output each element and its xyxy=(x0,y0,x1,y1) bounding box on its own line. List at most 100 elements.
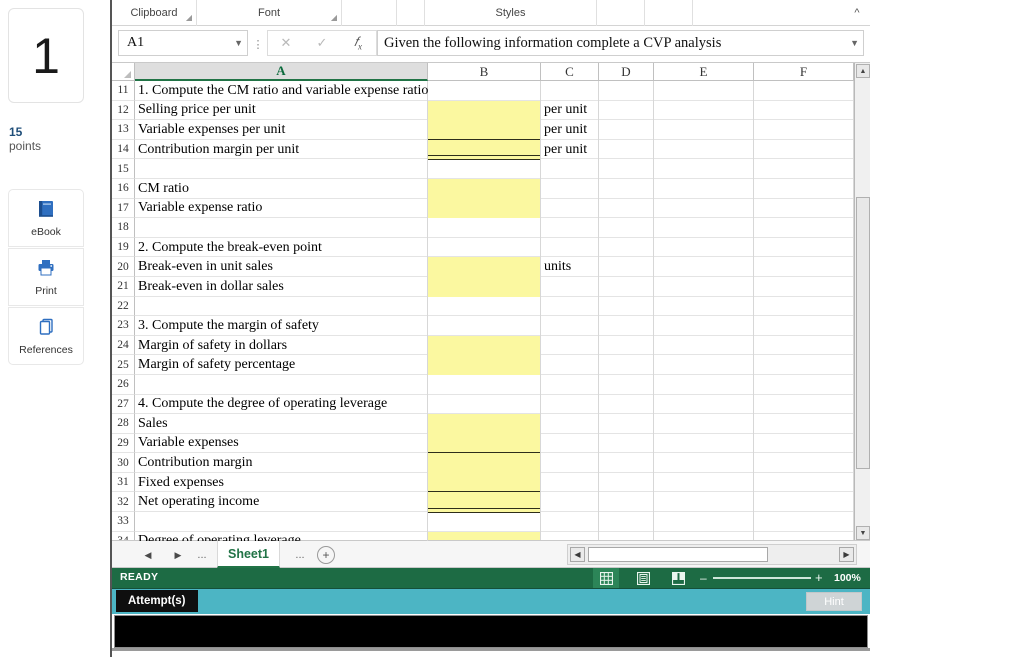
cell-B12[interactable] xyxy=(428,100,541,121)
font-dialog-launcher-icon[interactable]: ◢ xyxy=(331,13,337,22)
cell-F12[interactable] xyxy=(754,100,854,121)
name-box[interactable]: A1 ▼ xyxy=(118,30,248,56)
cell-F32[interactable] xyxy=(754,492,854,513)
cell-B20[interactable] xyxy=(428,257,541,277)
ribbon-group-3[interactable] xyxy=(342,0,397,26)
cell-A14[interactable]: Contribution margin per unit xyxy=(135,139,428,160)
vertical-scrollbar-thumb[interactable] xyxy=(856,197,870,469)
cell-B30[interactable] xyxy=(428,453,541,473)
cell-E16[interactable] xyxy=(654,178,754,199)
cell-A26[interactable] xyxy=(135,374,428,395)
zoom-slider[interactable] xyxy=(713,577,811,579)
row-header-28[interactable]: 28 xyxy=(112,414,135,434)
row-header-30[interactable]: 30 xyxy=(112,453,135,473)
cell-A18[interactable] xyxy=(135,218,428,238)
sheet-tab-sheet1[interactable]: Sheet1 xyxy=(217,541,280,568)
cell-B13[interactable] xyxy=(428,120,541,141)
cell-F23[interactable] xyxy=(754,316,854,336)
cell-E15[interactable] xyxy=(654,159,754,179)
ribbon-group-styles[interactable]: Styles xyxy=(425,0,597,26)
cell-D15[interactable] xyxy=(599,159,654,179)
column-header-f[interactable]: F xyxy=(754,63,854,81)
row-header-21[interactable]: 21 xyxy=(112,276,135,297)
cell-D30[interactable] xyxy=(599,453,654,473)
row-header-27[interactable]: 27 xyxy=(112,394,135,415)
row-header-25[interactable]: 25 xyxy=(112,355,135,375)
row-header-32[interactable]: 32 xyxy=(112,492,135,513)
cell-C13[interactable]: per unit xyxy=(541,120,599,140)
cell-C23[interactable] xyxy=(541,316,599,336)
cell-E31[interactable] xyxy=(654,472,754,493)
cell-B15[interactable] xyxy=(428,159,541,179)
cell-A27[interactable]: 4. Compute the degree of operating lever… xyxy=(135,394,428,415)
cell-C15[interactable] xyxy=(541,159,599,179)
cell-A33[interactable] xyxy=(135,512,428,532)
column-header-d[interactable]: D xyxy=(599,63,654,81)
cell-F31[interactable] xyxy=(754,472,854,493)
cell-F16[interactable] xyxy=(754,178,854,199)
cell-E27[interactable] xyxy=(654,394,754,415)
plus-circle-icon[interactable]: + xyxy=(317,546,335,564)
cell-B16[interactable] xyxy=(428,178,541,199)
cell-A30[interactable]: Contribution margin xyxy=(135,453,428,473)
cell-A17[interactable]: Variable expense ratio xyxy=(135,198,428,219)
cell-F17[interactable] xyxy=(754,198,854,219)
ribbon-group-clipboard[interactable]: Clipboard ◢ xyxy=(112,0,197,26)
grid-view-icon[interactable] xyxy=(593,568,619,588)
cell-B31[interactable] xyxy=(428,472,541,494)
cell-D21[interactable] xyxy=(599,276,654,297)
cell-F24[interactable] xyxy=(754,335,854,356)
horizontal-scrollbar[interactable]: ◀ ▶ xyxy=(567,544,857,565)
row-header-29[interactable]: 29 xyxy=(112,433,135,454)
cell-A20[interactable]: Break-even in unit sales xyxy=(135,257,428,277)
cell-E17[interactable] xyxy=(654,198,754,219)
cell-A16[interactable]: CM ratio xyxy=(135,178,428,199)
scroll-up-icon[interactable]: ▲ xyxy=(856,64,870,78)
row-header-19[interactable]: 19 xyxy=(112,237,135,258)
plus-icon[interactable]: + xyxy=(815,570,823,585)
cell-D28[interactable] xyxy=(599,414,654,434)
cell-D13[interactable] xyxy=(599,120,654,140)
cell-A11[interactable]: 1. Compute the CM ratio and variable exp… xyxy=(135,81,428,101)
cell-C18[interactable] xyxy=(541,218,599,238)
cell-E18[interactable] xyxy=(654,218,754,238)
row-header-16[interactable]: 16 xyxy=(112,178,135,199)
cell-C30[interactable] xyxy=(541,453,599,473)
triangle-right-icon[interactable]: ▶ xyxy=(170,547,186,563)
vertical-scrollbar[interactable]: ▲ ▼ xyxy=(854,63,870,541)
row-header-14[interactable]: 14 xyxy=(112,139,135,160)
cell-E25[interactable] xyxy=(654,355,754,375)
cell-F27[interactable] xyxy=(754,394,854,415)
cell-E28[interactable] xyxy=(654,414,754,434)
cell-F19[interactable] xyxy=(754,237,854,258)
cell-A31[interactable]: Fixed expenses xyxy=(135,472,428,493)
cell-E24[interactable] xyxy=(654,335,754,356)
cell-A25[interactable]: Margin of safety percentage xyxy=(135,355,428,375)
cell-D32[interactable] xyxy=(599,492,654,513)
cell-B23[interactable] xyxy=(428,316,541,336)
cell-B14[interactable] xyxy=(428,139,541,160)
row-header-22[interactable]: 22 xyxy=(112,296,135,317)
column-header-b[interactable]: B xyxy=(428,63,541,81)
cell-E21[interactable] xyxy=(654,276,754,297)
cell-D26[interactable] xyxy=(599,374,654,395)
cell-D20[interactable] xyxy=(599,257,654,277)
cell-E14[interactable] xyxy=(654,139,754,160)
cell-C33[interactable] xyxy=(541,512,599,532)
sheet-nav-dots-right[interactable]: ... xyxy=(292,547,308,563)
cell-F21[interactable] xyxy=(754,276,854,297)
cell-E20[interactable] xyxy=(654,257,754,277)
row-header-12[interactable]: 12 xyxy=(112,100,135,121)
cell-F28[interactable] xyxy=(754,414,854,434)
row-header-33[interactable]: 33 xyxy=(112,512,135,532)
cell-C14[interactable]: per unit xyxy=(541,139,599,160)
chevron-down-icon[interactable]: ▼ xyxy=(850,38,859,48)
cell-C12[interactable]: per unit xyxy=(541,100,599,121)
cell-D25[interactable] xyxy=(599,355,654,375)
cell-C24[interactable] xyxy=(541,335,599,356)
cell-D12[interactable] xyxy=(599,100,654,121)
column-header-a[interactable]: A xyxy=(135,63,428,81)
cell-C20[interactable]: units xyxy=(541,257,599,277)
cell-F18[interactable] xyxy=(754,218,854,238)
cell-A24[interactable]: Margin of safety in dollars xyxy=(135,335,428,356)
